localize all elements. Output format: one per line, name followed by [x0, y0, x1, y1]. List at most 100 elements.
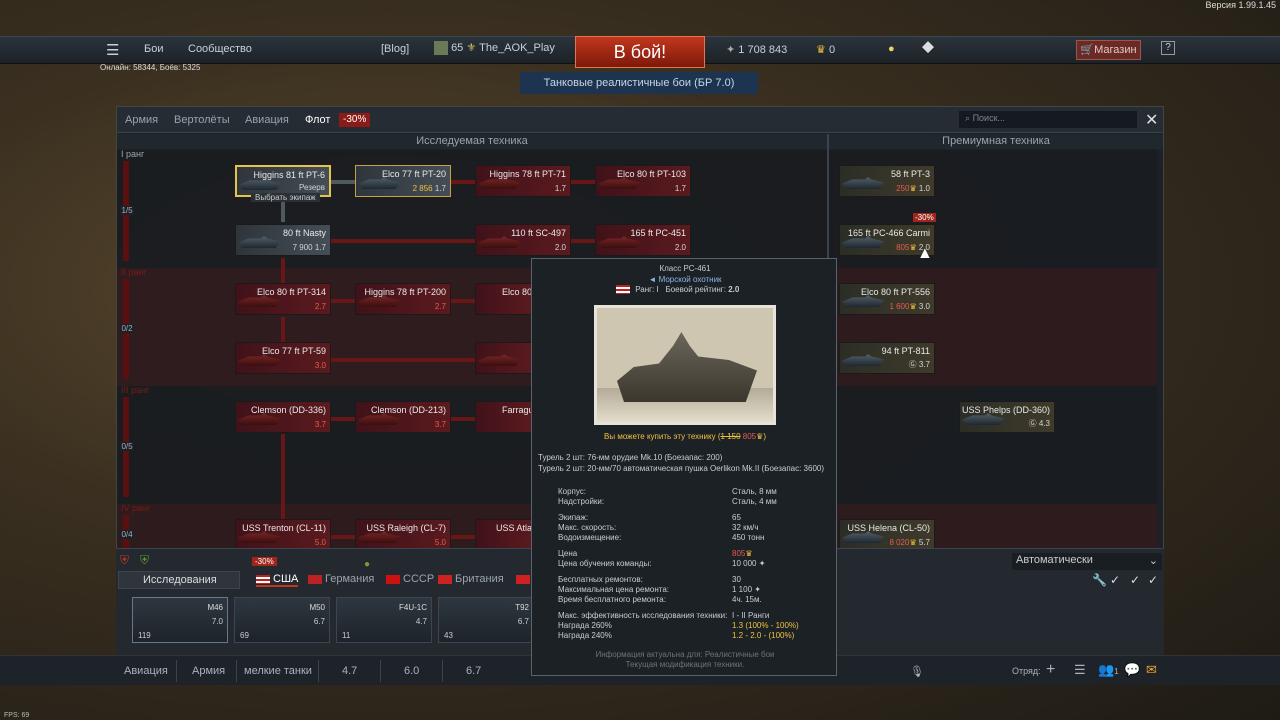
- wrench-icon[interactable]: 🔧: [1092, 573, 1107, 587]
- vehicle-card-higgins-78-pt71[interactable]: Higgins 78 ft PT-71 1.7: [475, 165, 571, 197]
- research-button[interactable]: Исследования: [118, 571, 240, 589]
- vehicle-card-clemson-336[interactable]: Clemson (DD-336) 3.7: [235, 401, 331, 433]
- status-br-2[interactable]: 6.0: [404, 665, 419, 677]
- vehicle-card-elco-80-pt103[interactable]: Elco 80 ft PT-103 1.7: [595, 165, 691, 197]
- add-icon[interactable]: +: [1046, 661, 1055, 679]
- contacts-icon[interactable]: 👥1: [1098, 662, 1119, 678]
- crew-slot[interactable]: F4U-1C 4.7 11: [336, 597, 432, 643]
- status-aviation[interactable]: Авиация: [124, 665, 168, 677]
- tab-army[interactable]: Армия: [125, 114, 158, 126]
- nation-tab-germany[interactable]: Германия: [308, 573, 374, 585]
- close-icon[interactable]: ✕: [1145, 110, 1158, 130]
- tree-arrow: [451, 417, 475, 421]
- version-label: Версия 1.99.1.45: [1205, 0, 1276, 10]
- rank-progress-3: 0/5: [120, 442, 134, 451]
- slot-vehicle-name: M50: [309, 603, 325, 612]
- status-br-1[interactable]: 4.7: [342, 665, 357, 677]
- tree-arrow: [281, 317, 285, 343]
- crew-slot[interactable]: M50 6.7 69: [234, 597, 330, 643]
- vehicle-card-partial[interactable]: [475, 342, 533, 374]
- vehicle-card-higgins-78-pt200[interactable]: Higgins 78 ft PT-200 2.7: [355, 283, 451, 315]
- vehicle-card-sc-497[interactable]: 110 ft SC-497 2.0: [475, 224, 571, 256]
- vehicle-name: Elco 80 ft PT-103: [616, 169, 686, 179]
- vehicle-name: Higgins 78 ft PT-200: [364, 287, 446, 297]
- nation-tab-britain[interactable]: Британия: [438, 573, 504, 585]
- to-battle-button[interactable]: В бой!: [575, 36, 705, 68]
- divider: [380, 660, 381, 682]
- help-button[interactable]: ?: [1161, 41, 1175, 55]
- squadron-icon[interactable]: [922, 41, 934, 54]
- vehicle-card-pc-451[interactable]: 165 ft PC-451 2.0: [595, 224, 691, 256]
- stat-key: Бесплатных ремонтов:: [558, 575, 643, 584]
- vehicle-card-80ft-nasty[interactable]: 80 ft Nasty 7 900 1.7: [235, 224, 331, 256]
- status-light-tanks[interactable]: мелкие танки: [244, 665, 312, 677]
- microphone-icon[interactable]: 🎙: [910, 665, 924, 678]
- crew-slot[interactable]: M46 7.0 119: [132, 597, 228, 643]
- shield-icon[interactable]: ⛨: [140, 553, 149, 568]
- vehicle-card-uss-trenton[interactable]: USS Trenton (CL-11) 5.0: [235, 519, 331, 551]
- checkmark-icon[interactable]: ✓: [1130, 573, 1140, 587]
- stat-key: Время бесплатного ремонта:: [558, 595, 666, 604]
- select-crew-button[interactable]: Выбрать экипаж: [251, 193, 320, 202]
- vehicle-card-elco-80-pt314[interactable]: Elco 80 ft PT-314 2.7: [235, 283, 331, 315]
- lightbulb-icon[interactable]: ●: [888, 43, 895, 55]
- community-menu[interactable]: Сообщество: [188, 43, 252, 55]
- battle-rating: 4.3: [1038, 419, 1050, 428]
- nation-tab-ussr[interactable]: СССР: [386, 573, 434, 585]
- vehicle-card-farragut[interactable]: Farragut: [475, 401, 533, 433]
- shop-button[interactable]: 🛒Магазин: [1076, 40, 1141, 60]
- profile[interactable]: 65 ⚜ The_AOK_Play: [434, 41, 555, 56]
- vehicle-card-clemson-213[interactable]: Clemson (DD-213) 3.7: [355, 401, 451, 433]
- search-input[interactable]: ⌕ Поиск...: [959, 111, 1137, 128]
- vehicle-name: 165 ft PC-466 Carmi: [847, 228, 930, 238]
- vehicle-name: Elco 80 ft PT-556: [860, 287, 930, 297]
- tree-arrow: [331, 299, 355, 303]
- battle-rating: 2.7: [314, 302, 326, 311]
- golden-eagles[interactable]: ♛ 0: [816, 43, 835, 56]
- tab-fleet[interactable]: Флот: [305, 114, 330, 126]
- tooltip-new-price: 805: [742, 432, 757, 441]
- price: 1 600: [889, 302, 910, 311]
- stat-key: Экипаж:: [558, 513, 589, 522]
- tab-helicopters[interactable]: Вертолёты: [174, 114, 230, 126]
- vehicle-card-elco-77-pt59[interactable]: Elco 77 ft PT-59 3.0: [235, 342, 331, 374]
- eagle-icon: ♛: [745, 549, 753, 558]
- premium-card-pt811[interactable]: 94 ft PT-811 Ⓖ 3.7: [839, 342, 935, 374]
- blog-link[interactable]: [Blog]: [381, 43, 409, 55]
- hamburger-icon[interactable]: ☰: [106, 41, 119, 59]
- status-br-3[interactable]: 6.7: [466, 665, 481, 677]
- vehicle-card-elco-77-pt20[interactable]: Elco 77 ft PT-20 2 856 1.7: [355, 165, 451, 197]
- premium-card-pt3[interactable]: 58 ft PT-3 250♛ 1.0: [839, 165, 935, 197]
- vehicle-card-elco-80-partial[interactable]: Elco 80: [475, 283, 533, 315]
- shield-icon[interactable]: ⛨: [120, 553, 129, 568]
- nation-tab-usa[interactable]: США: [256, 573, 299, 587]
- premium-card-uss-phelps[interactable]: USS Phelps (DD-360) Ⓖ 4.3: [959, 401, 1055, 433]
- chat-icon[interactable]: 💬: [1124, 662, 1140, 678]
- premium-card-pt556[interactable]: Elco 80 ft PT-556 1 600♛ 3.0: [839, 283, 935, 315]
- tab-aviation[interactable]: Авиация: [245, 114, 289, 126]
- tooltip-old-price: 1 150: [720, 432, 741, 441]
- vehicle-card-uss-atlanta[interactable]: USS Atlan: [475, 519, 533, 551]
- mail-icon[interactable]: ✉: [1146, 662, 1157, 678]
- slot-br: 6.7: [517, 617, 529, 626]
- list-icon[interactable]: ☰: [1074, 662, 1086, 678]
- flag-britain-icon: [438, 574, 452, 584]
- premium-card-uss-helena[interactable]: USS Helena (CL-50) 8 020♛ 5.7: [839, 519, 935, 551]
- auto-dropdown[interactable]: Автоматически ⌄: [1012, 553, 1162, 570]
- tooltip-buy-text: Вы можете купить эту технику: [604, 432, 716, 441]
- battles-menu[interactable]: Бои: [144, 43, 163, 55]
- search-icon: ⌕: [965, 113, 971, 123]
- game-mode-selector[interactable]: Танковые реалистичные бои (БР 7.0): [520, 72, 758, 94]
- checkmark-icon[interactable]: ✓: [1110, 573, 1120, 587]
- checkmark-icon[interactable]: ✓: [1148, 573, 1158, 587]
- battle-rating: 1.7: [314, 243, 326, 252]
- eagle-icon: ♛: [816, 44, 826, 56]
- vehicle-card-uss-raleigh[interactable]: USS Raleigh (CL-7) 5.0: [355, 519, 451, 551]
- battle-rating: 5.0: [314, 538, 326, 547]
- vehicle-name: Elco 80: [502, 287, 533, 297]
- silver-lions[interactable]: ✦ 1 708 843: [726, 43, 787, 56]
- vehicle-name: Elco 77 ft PT-59: [261, 346, 326, 356]
- vehicle-name: Elco 80 ft PT-314: [256, 287, 326, 297]
- crew-slot[interactable]: T92 6.7 43: [438, 597, 534, 643]
- status-army[interactable]: Армия: [192, 665, 225, 677]
